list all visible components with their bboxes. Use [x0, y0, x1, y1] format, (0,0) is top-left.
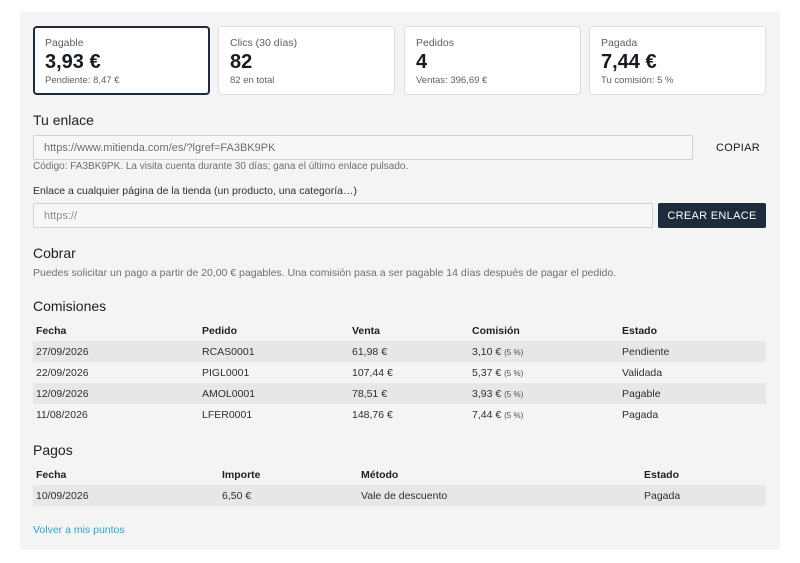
stat-sub: Pendiente: 8,47 €: [45, 75, 120, 86]
cell-commission: 7,44 € (5 %): [469, 404, 619, 425]
stat-value: 4: [416, 51, 428, 73]
column-header: Estado: [622, 324, 658, 337]
table-row: 27/09/2026 RCAS0001 61,98 € 3,10 € (5 %)…: [33, 341, 766, 362]
column-header: Estado: [644, 468, 680, 481]
cell-date: 22/09/2026: [36, 366, 89, 379]
column-header: Pedido: [202, 324, 238, 337]
commission-percent: (5 %): [504, 368, 524, 378]
affiliate-panel: Pagable 3,93 € Pendiente: 8,47 € Clics (…: [20, 12, 780, 550]
stat-sub: 82 en total: [230, 75, 275, 86]
cell-commission: 3,93 € (5 %): [469, 383, 619, 404]
referral-code-note: Código: FA3BK9PK. La visita cuenta duran…: [33, 161, 409, 172]
stat-card-clicks[interactable]: Clics (30 días) 82 82 en total: [218, 26, 395, 95]
any-page-label: Enlace a cualquier página de la tienda (…: [33, 185, 357, 197]
link-section-title: Tu enlace: [33, 112, 94, 128]
commission-percent: (5 %): [504, 410, 524, 420]
cell-commission: 3,10 € (5 %): [469, 341, 619, 362]
cell-order: LFER0001: [202, 408, 253, 421]
cell-date: 12/09/2026: [33, 383, 199, 404]
cell-status: Pendiente: [619, 341, 766, 362]
cell-status: Pagada: [622, 408, 659, 421]
cell-status: Validada: [622, 366, 663, 379]
column-header: Fecha: [36, 324, 67, 337]
stat-sub: Tu comisión: 5 %: [601, 75, 674, 86]
column-header: Método: [361, 468, 399, 481]
cell-method: Vale de descuento: [358, 485, 641, 506]
cell-order: RCAS0001: [199, 341, 349, 362]
any-page-url-input[interactable]: [33, 203, 653, 228]
commissions-table: Fecha Pedido Venta Comisión Estado 27/09…: [33, 320, 766, 425]
commission-amount: 5,37 €: [472, 366, 502, 379]
table-row: 22/09/2026 PIGL0001 107,44 € 5,37 € (5 %…: [33, 362, 766, 383]
stat-label: Clics (30 días): [230, 37, 298, 49]
cell-order: PIGL0001: [202, 366, 250, 379]
stat-label: Pagada: [601, 37, 638, 49]
stat-label: Pedidos: [416, 37, 454, 49]
create-link-button[interactable]: CREAR ENLACE: [658, 203, 766, 228]
cell-order: AMOL0001: [199, 383, 349, 404]
commission-percent: (5 %): [504, 347, 524, 357]
column-header: Fecha: [36, 468, 67, 481]
column-header: Importe: [222, 468, 261, 481]
copy-button[interactable]: COPIAR: [708, 135, 768, 160]
cell-sale: 61,98 €: [349, 341, 469, 362]
commissions-title: Comisiones: [33, 298, 107, 314]
back-to-points-link[interactable]: Volver a mis puntos: [33, 524, 125, 536]
table-row: 12/09/2026 AMOL0001 78,51 € 3,93 € (5 %)…: [33, 383, 766, 404]
cell-status: Pagada: [641, 485, 766, 506]
payments-table: Fecha Importe Método Estado 10/09/2026 6…: [33, 464, 766, 506]
table-row: 10/09/2026 6,50 € Vale de descuento Paga…: [33, 485, 766, 506]
stat-value: 7,44 €: [601, 51, 657, 73]
commission-percent: (5 %): [504, 389, 524, 399]
stat-value: 82: [230, 51, 253, 73]
referral-url-field[interactable]: [33, 135, 693, 160]
cell-commission: 5,37 € (5 %): [469, 362, 619, 383]
cell-amount: 6,50 €: [219, 485, 358, 506]
cell-sale: 78,51 €: [349, 383, 469, 404]
cobrar-title: Cobrar: [33, 245, 76, 261]
cell-sale: 148,76 €: [352, 408, 393, 421]
column-header: Venta: [352, 324, 381, 337]
stat-label: Pagable: [45, 37, 84, 49]
cell-date: 11/08/2026: [36, 408, 88, 421]
table-row: 11/08/2026 LFER0001 148,76 € 7,44 € (5 %…: [33, 404, 766, 425]
cell-sale: 107,44 €: [352, 366, 393, 379]
stat-card-orders[interactable]: Pedidos 4 Ventas: 396,69 €: [404, 26, 581, 95]
stat-card-payable[interactable]: Pagable 3,93 € Pendiente: 8,47 €: [33, 26, 210, 95]
commission-amount: 3,10 €: [472, 345, 502, 358]
commission-amount: 3,93 €: [472, 387, 502, 400]
stat-value: 3,93 €: [45, 51, 101, 73]
cobrar-note: Puedes solicitar un pago a partir de 20,…: [33, 267, 617, 279]
cell-status: Pagable: [619, 383, 766, 404]
column-header: Comisión: [472, 324, 520, 337]
cell-date: 10/09/2026: [33, 485, 219, 506]
stat-card-paid[interactable]: Pagada 7,44 € Tu comisión: 5 %: [589, 26, 766, 95]
payments-title: Pagos: [33, 442, 73, 458]
stat-sub: Ventas: 396,69 €: [416, 75, 488, 86]
commission-amount: 7,44 €: [472, 408, 502, 421]
table-header-row: Fecha Pedido Venta Comisión Estado: [33, 320, 766, 341]
cell-date: 27/09/2026: [33, 341, 199, 362]
table-header-row: Fecha Importe Método Estado: [33, 464, 766, 485]
